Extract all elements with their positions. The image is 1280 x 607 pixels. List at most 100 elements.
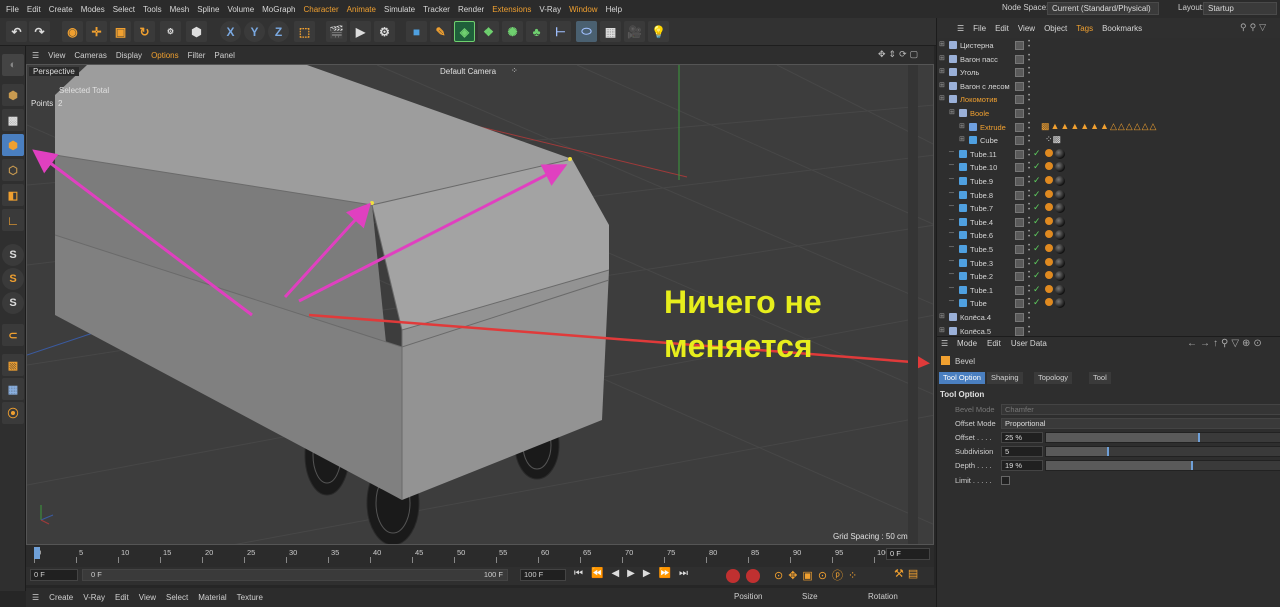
material-menu-select[interactable]: Select xyxy=(166,593,188,602)
menu-help[interactable]: Help xyxy=(606,5,622,14)
depth-field[interactable]: 19 % xyxy=(1001,460,1043,471)
expand-toggle-icon[interactable]: ⊞ xyxy=(939,81,945,89)
object-name[interactable]: Tube.1 xyxy=(970,286,993,295)
render-settings-icon[interactable]: ⚙ xyxy=(374,21,395,42)
autokey-icon[interactable] xyxy=(746,569,760,583)
object-enable-checkbox[interactable] xyxy=(1015,245,1024,254)
material-tag-icon[interactable] xyxy=(1055,298,1065,309)
object-row[interactable]: ─ Tube.3 • • ✓ xyxy=(937,257,1280,270)
key-mode-icons[interactable]: ⊙✥▣⊙ⓟ⁘ xyxy=(774,567,862,583)
attribute-menu-mode[interactable]: Mode xyxy=(957,339,977,348)
phong-tag-icon[interactable]: ✓ xyxy=(1033,216,1041,227)
timeline-ruler[interactable]: 0510152025303540455055606570758085909510… xyxy=(26,545,934,567)
material-menu-v-ray[interactable]: V-Ray xyxy=(83,593,105,602)
viewport-menu-panel[interactable]: Panel xyxy=(214,51,234,60)
visibility-dots-icon[interactable]: • • xyxy=(1028,257,1031,269)
start-frame-field[interactable]: 0 F xyxy=(30,569,78,581)
timeline-options-icons[interactable]: ⚒▤ xyxy=(894,567,922,580)
material-tag-icon[interactable] xyxy=(1055,176,1065,186)
object-search-icons[interactable]: ⚲⚲▽ xyxy=(1240,22,1269,33)
object-enable-checkbox[interactable] xyxy=(1015,326,1024,336)
visibility-dots-icon[interactable]: • • xyxy=(1028,189,1031,201)
object-enable-checkbox[interactable] xyxy=(1015,95,1024,105)
object-menu-edit[interactable]: Edit xyxy=(995,24,1009,33)
object-menu-bookmarks[interactable]: Bookmarks xyxy=(1102,24,1142,33)
menu-window[interactable]: Window xyxy=(569,5,597,14)
depth-slider-knob[interactable] xyxy=(1191,461,1194,470)
phong-tag-icon[interactable]: ✓ xyxy=(1033,297,1041,308)
expand-toggle-icon[interactable]: ⊞ xyxy=(939,312,945,320)
object-row[interactable]: ⊞ Вагон пасс • • xyxy=(937,53,1280,66)
solo-off-icon[interactable]: S xyxy=(2,292,24,314)
menu-v-ray[interactable]: V-Ray xyxy=(539,5,561,14)
bevel-mode-dropdown[interactable]: Chamfer xyxy=(1001,404,1280,415)
selection-tag-icon[interactable] xyxy=(1045,148,1053,157)
object-name[interactable]: Tube.2 xyxy=(970,272,993,281)
object-name[interactable]: Уголь xyxy=(960,68,979,77)
object-row[interactable]: ─ Tube.8 • • ✓ xyxy=(937,189,1280,202)
expand-toggle-icon[interactable]: ⊞ xyxy=(939,94,945,102)
menu-mesh[interactable]: Mesh xyxy=(170,5,190,14)
depth-slider[interactable] xyxy=(1045,460,1280,471)
record-icon[interactable] xyxy=(726,569,740,583)
object-row[interactable]: ⊞ Boole • • xyxy=(937,107,1280,120)
floor-icon[interactable]: ▦ xyxy=(600,21,621,42)
tab-tool-option[interactable]: Tool Option xyxy=(939,372,985,384)
menu-spline[interactable]: Spline xyxy=(197,5,219,14)
material-tag-icon[interactable] xyxy=(1055,189,1065,200)
light-icon[interactable]: 💡 xyxy=(648,21,669,42)
workplane-icon[interactable]: ▧ xyxy=(2,354,24,376)
object-menu-object[interactable]: Object xyxy=(1044,24,1067,33)
tab-tool[interactable]: Tool xyxy=(1089,372,1111,384)
cube-tags-icon[interactable]: ⁘▩ xyxy=(1045,134,1061,145)
expand-toggle-icon[interactable]: ─ xyxy=(949,285,954,292)
object-manager-hamburger-icon[interactable]: ☰ xyxy=(957,24,964,33)
object-name[interactable]: Tube.3 xyxy=(970,259,993,268)
object-enable-checkbox[interactable] xyxy=(1015,149,1024,159)
object-enable-checkbox[interactable] xyxy=(1015,41,1024,50)
phong-tag-icon[interactable]: ✓ xyxy=(1033,161,1041,172)
viewport-scrollbar[interactable] xyxy=(908,65,918,544)
3d-viewport[interactable]: Perspective Selected Total Points 2 Defa… xyxy=(26,64,934,545)
expand-toggle-icon[interactable]: ─ xyxy=(949,217,954,224)
material-tag-icon[interactable] xyxy=(1055,244,1065,254)
viewport-navigation-icons[interactable]: ✥⇕⟳▢ xyxy=(878,49,921,60)
visibility-dots-icon[interactable]: • • xyxy=(1028,80,1031,92)
y-axis-lock-icon[interactable]: Y xyxy=(244,21,265,42)
object-enable-checkbox[interactable] xyxy=(1015,109,1024,118)
menu-create[interactable]: Create xyxy=(49,5,73,14)
cube-primitive-icon[interactable]: ■ xyxy=(406,21,427,42)
offset-slider[interactable] xyxy=(1045,432,1280,443)
camera-icon[interactable]: 🎥 xyxy=(624,21,645,42)
menu-animate[interactable]: Animate xyxy=(347,5,376,14)
object-menu-tags[interactable]: Tags xyxy=(1076,24,1093,33)
edges-mode-icon[interactable]: ⬡ xyxy=(2,159,24,181)
object-name[interactable]: Boole xyxy=(970,109,989,118)
phong-tag-icon[interactable]: ✓ xyxy=(1033,284,1041,295)
playhead[interactable] xyxy=(34,547,40,559)
expand-toggle-icon[interactable]: ─ xyxy=(949,190,954,197)
object-row[interactable]: ─ Tube.4 • • ✓ xyxy=(937,216,1280,229)
live-selection-icon[interactable]: ◉ xyxy=(62,21,83,42)
object-name[interactable]: Tube.8 xyxy=(970,191,993,200)
environment-icon[interactable]: ⬭ xyxy=(576,21,597,42)
object-enable-checkbox[interactable] xyxy=(1015,177,1024,186)
subdivision-slider-knob[interactable] xyxy=(1106,447,1109,456)
texture-mode-icon[interactable]: ▩ xyxy=(2,109,24,131)
visibility-dots-icon[interactable]: • • xyxy=(1028,93,1031,105)
world-coordinates-icon[interactable]: ⬚ xyxy=(294,21,315,42)
material-tag-icon[interactable] xyxy=(1055,148,1065,159)
visibility-dots-icon[interactable]: • • xyxy=(1028,175,1031,187)
menu-select[interactable]: Select xyxy=(113,5,135,14)
visibility-dots-icon[interactable]: • • xyxy=(1028,121,1031,133)
offset-slider-knob[interactable] xyxy=(1198,433,1201,442)
viewport-menu-filter[interactable]: Filter xyxy=(188,51,206,60)
subdivision-field[interactable]: 5 xyxy=(1001,446,1043,457)
object-enable-checkbox[interactable] xyxy=(1015,272,1024,282)
rotate-icon[interactable]: ↻ xyxy=(134,21,155,42)
selection-tag-icon[interactable] xyxy=(1045,244,1053,252)
model-mode-icon[interactable]: ⬢ xyxy=(2,84,24,106)
attribute-hamburger-icon[interactable]: ☰ xyxy=(941,339,948,348)
object-row[interactable]: ⊞ Цистерна • • xyxy=(937,39,1280,52)
object-enable-checkbox[interactable] xyxy=(1015,285,1024,295)
